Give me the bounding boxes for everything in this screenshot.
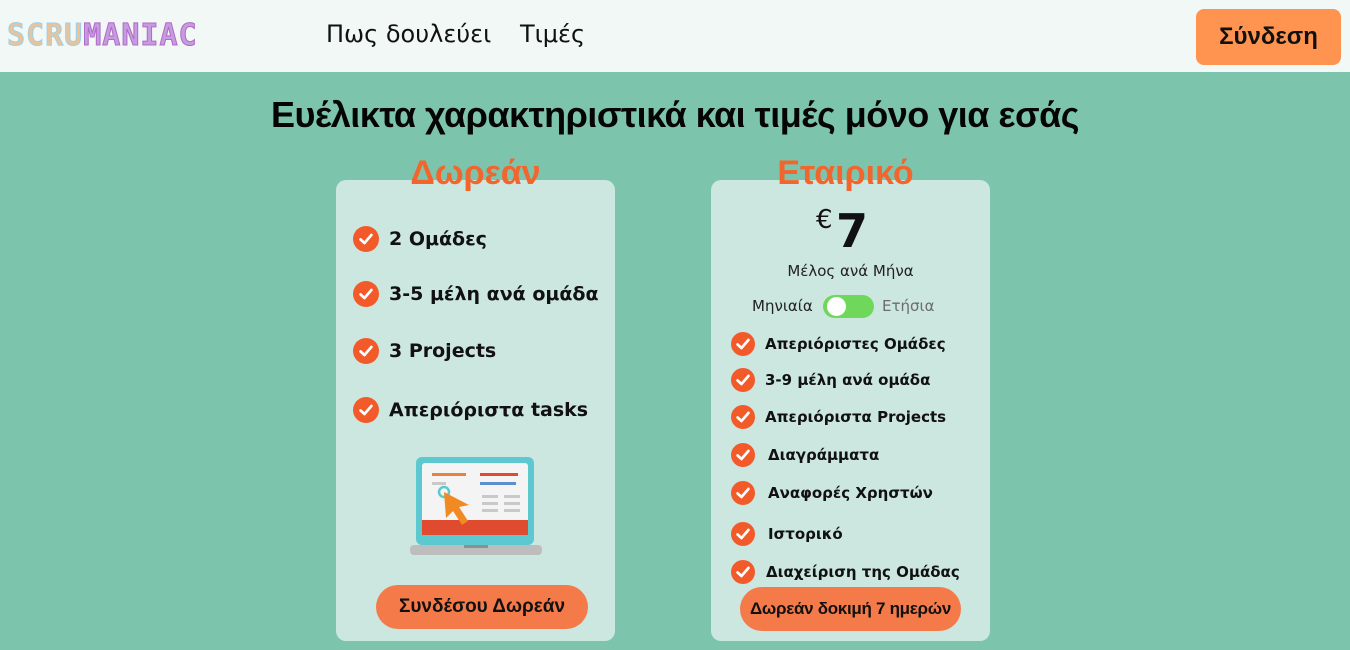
business-feature-item: Ιστορικό	[731, 522, 843, 546]
business-feature-item: Απεριόριστες Ομάδες	[731, 332, 946, 356]
price-unit: Μέλος ανά Μήνα	[787, 262, 914, 280]
check-circle-icon	[353, 338, 379, 364]
check-circle-icon	[731, 332, 755, 356]
top-navbar: SCRUMANIAC Πως δουλεύει Τιμές Σύνδεση	[0, 0, 1350, 72]
billing-monthly-label[interactable]: Μηνιαία	[752, 297, 813, 315]
business-feature-item: Διαγράμματα	[731, 443, 879, 467]
check-circle-icon	[731, 405, 755, 429]
free-feature-item: Απεριόριστα tasks	[353, 397, 588, 423]
login-button[interactable]: Σύνδεση	[1196, 9, 1341, 65]
free-feature-item: 2 Ομάδες	[353, 226, 487, 252]
logo[interactable]: SCRUMANIAC	[6, 18, 198, 54]
price-value: 7	[836, 204, 869, 258]
business-feature-item: Αναφορές Χρηστών	[731, 481, 933, 505]
nav-link-how-it-works[interactable]: Πως δουλεύει	[326, 20, 491, 48]
free-signup-button[interactable]: Συνδέσου Δωρεάν	[376, 585, 588, 629]
check-circle-icon	[731, 481, 755, 505]
check-circle-icon	[731, 368, 755, 392]
toggle-knob	[827, 297, 846, 316]
business-feature-item: Απεριόριστα Projects	[731, 405, 946, 429]
free-feature-label: Απεριόριστα tasks	[389, 399, 589, 421]
billing-yearly-label[interactable]: Ετήσια	[882, 297, 935, 315]
business-feature-label: Ιστορικό	[768, 525, 843, 543]
logo-part2: MANIAC	[83, 18, 198, 54]
page-headline: Ευέλικτα χαρακτηριστικά και τιμές μόνο γ…	[271, 94, 1079, 135]
free-plan-title: Δωρεάν	[410, 154, 541, 192]
business-plan-title: Εταιρικό	[777, 154, 914, 192]
check-circle-icon	[731, 522, 755, 546]
free-feature-label: 3 Projects	[389, 340, 497, 362]
price-currency: €	[816, 205, 833, 235]
business-feature-item: Διαχείριση της Ομάδας	[731, 560, 960, 584]
free-feature-label: 3-5 μέλη ανά ομάδα	[389, 283, 599, 305]
business-trial-button[interactable]: Δωρεάν δοκιμή 7 ημερών	[740, 587, 961, 631]
business-feature-label: Αναφορές Χρηστών	[768, 484, 933, 502]
business-feature-label: 3-9 μέλη ανά ομάδα	[765, 371, 931, 389]
business-feature-label: Διαγράμματα	[768, 446, 880, 464]
business-feature-item: 3-9 μέλη ανά ομάδα	[731, 368, 930, 392]
business-feature-label: Απεριόριστες Ομάδες	[765, 335, 946, 353]
billing-toggle[interactable]	[823, 295, 874, 318]
logo-part1: SCRU	[6, 18, 84, 54]
business-feature-label: Διαχείριση της Ομάδας	[766, 563, 960, 581]
check-circle-icon	[731, 560, 755, 584]
check-circle-icon	[353, 397, 379, 423]
free-feature-item: 3 Projects	[353, 338, 496, 364]
nav-link-pricing[interactable]: Τιμές	[520, 20, 585, 48]
check-circle-icon	[731, 443, 755, 467]
check-circle-icon	[353, 281, 379, 307]
free-feature-item: 3-5 μέλη ανά ομάδα	[353, 281, 599, 307]
free-feature-label: 2 Ομάδες	[389, 228, 487, 250]
check-circle-icon	[353, 226, 379, 252]
business-feature-label: Απεριόριστα Projects	[765, 408, 947, 426]
laptop-cursor-illustration	[410, 457, 542, 555]
